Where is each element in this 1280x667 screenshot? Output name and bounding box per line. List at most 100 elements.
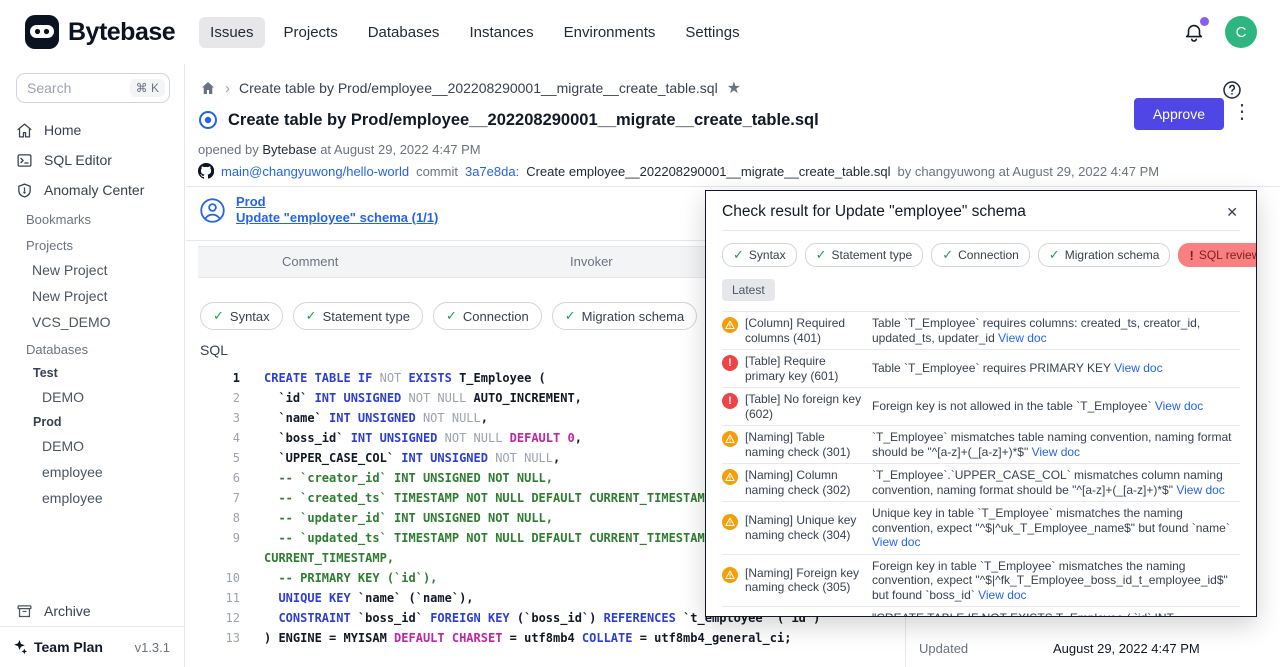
line-number: 3 — [198, 408, 250, 428]
bookmark-star-icon[interactable]: ★ — [727, 78, 741, 98]
divider — [186, 186, 1280, 187]
sidebar-item-new-project[interactable]: New Project — [0, 257, 184, 283]
sidebar-item-sql-editor[interactable]: SQL Editor — [0, 145, 184, 175]
view-doc-link[interactable]: View doc — [1114, 361, 1162, 375]
check-rule-description: Table `T_Employee` requires PRIMARY KEY … — [872, 361, 1240, 376]
issue-title: Create table by Prod/employee__202208290… — [228, 111, 819, 130]
top-nav: Issues Projects DatabasesInstances Environm… — [199, 17, 750, 48]
check-pill-label: SQL review — [1199, 248, 1257, 262]
stage-task-link[interactable]: Update "employee" schema (1/1) — [236, 210, 438, 226]
warning-icon — [722, 567, 738, 583]
sidebar: Search ⌘ K HomeSQL EditorAnomaly Center … — [0, 64, 185, 667]
check-rule-title: [Column] Required columns (401) — [745, 316, 862, 345]
nav-item-databases[interactable]: Databases — [357, 17, 451, 48]
terminal-icon — [16, 152, 33, 169]
sidebar-item-new-project[interactable]: New Project — [0, 283, 184, 309]
view-doc-link[interactable]: View doc — [1032, 445, 1080, 459]
check-result-row: [Column] Required columns (401) Table `T_… — [722, 311, 1240, 349]
search-shortcut-badge: ⌘ K — [130, 79, 165, 97]
nav-item-environments[interactable]: Environments — [553, 17, 667, 48]
commit-word: commit — [416, 164, 458, 179]
warning-icon — [722, 469, 738, 485]
stage-user-icon — [199, 197, 226, 224]
sidebar-item-vcs-demo[interactable]: VCS_DEMO — [0, 309, 184, 335]
check-icon: ✓ — [213, 308, 224, 324]
latest-button[interactable]: Latest — [722, 279, 775, 301]
check-result-row: [Naming] Column naming check (302)`T_Emp… — [722, 463, 1240, 501]
check-icon: ✓ — [1049, 247, 1060, 263]
sidebar-item-anomaly-center[interactable]: Anomaly Center — [0, 175, 184, 205]
view-doc-link[interactable]: View doc — [872, 535, 920, 549]
check-pill-label: Migration schema — [582, 309, 685, 324]
line-number: 2 — [198, 388, 250, 408]
nav-item-settings[interactable]: Settings — [674, 17, 750, 48]
archive-label: Archive — [44, 603, 91, 619]
line-number: 7 — [198, 488, 250, 508]
line-number: 13 — [198, 628, 250, 648]
check-pill-migration-schema[interactable]: ✓Migration schema — [552, 302, 698, 330]
line-number: 8 — [198, 508, 250, 528]
sidebar-item-employee[interactable]: employee — [0, 459, 184, 485]
sidebar-item-demo[interactable]: DEMO — [0, 384, 184, 410]
line-number: 1 — [198, 368, 250, 388]
check-pill-syntax[interactable]: ✓Syntax — [722, 243, 797, 267]
check-icon: ✓ — [733, 247, 744, 263]
check-rule-title: [Naming] Foreign key naming check (305) — [745, 566, 862, 595]
code-text: ) ENGINE = MYISAM DEFAULT CHARSET = utf8… — [264, 628, 864, 648]
vcs-branch-link[interactable]: main@changyuwong/hello-world — [221, 164, 409, 179]
check-rule-title: [Table] No foreign key (602) — [745, 392, 862, 421]
commit-hash-link[interactable]: 3a7e8da: — [465, 164, 519, 179]
close-icon[interactable]: ✕ — [1226, 204, 1238, 221]
notifications-bell-icon[interactable] — [1183, 21, 1205, 43]
view-doc-link[interactable]: View doc — [998, 331, 1046, 345]
check-rule-description: Table `T_Employee` requires columns: cre… — [872, 316, 1240, 345]
line-number: 12 — [198, 608, 250, 628]
check-pill-connection[interactable]: ✓Connection — [931, 243, 1030, 267]
issue-opened-line: opened by Bytebase at August 29, 2022 4:… — [198, 142, 481, 157]
nav-item-instances[interactable]: Instances — [458, 17, 544, 48]
check-result-modal: Check result for Update "employee" schem… — [705, 190, 1257, 617]
check-pill-sql-review[interactable]: !SQL review — [1178, 243, 1257, 267]
issue-header: Create table by Prod/employee__202208290… — [198, 110, 819, 130]
check-rule-title: [Table] Require primary key (601) — [745, 354, 862, 383]
archive-icon — [16, 603, 33, 620]
stage-env-link[interactable]: Prod — [236, 194, 438, 210]
issue-status-icon — [198, 110, 218, 130]
sidebar-item-home[interactable]: Home — [0, 115, 184, 145]
sidebar-item-employee[interactable]: employee — [0, 485, 184, 511]
commit-message: Create employee__202208290001__migrate__… — [526, 164, 890, 179]
check-pill-connection[interactable]: ✓Connection — [433, 302, 542, 330]
check-pill-migration-schema[interactable]: ✓Migration schema — [1038, 243, 1171, 267]
sidebar-item-prod[interactable]: Prod — [0, 410, 184, 433]
breadcrumb-title: Create table by Prod/employee__202208290… — [239, 80, 718, 96]
plan-name[interactable]: Team Plan — [34, 639, 103, 655]
modal-title: Check result for Update "employee" schem… — [722, 203, 1026, 221]
approve-button[interactable]: Approve — [1134, 98, 1224, 130]
view-doc-link[interactable]: View doc — [1176, 483, 1224, 497]
topnav-right: C — [1183, 16, 1280, 48]
nav-item-projects[interactable]: Projects — [273, 17, 349, 48]
check-pill-statement-type[interactable]: ✓Statement type — [293, 302, 423, 330]
sidebar-item-label: SQL Editor — [44, 152, 112, 168]
check-pill-label: Syntax — [230, 309, 270, 324]
view-doc-link[interactable]: View doc — [1155, 399, 1203, 413]
vcs-commit-line: main@changyuwong/hello-world commit 3a7e… — [198, 163, 1159, 179]
sidebar-section-bookmarks: Bookmarks — [0, 205, 184, 231]
brand[interactable]: Bytebase — [0, 14, 175, 50]
nav-item-issues[interactable]: Issues — [199, 17, 264, 48]
check-result-list: [Column] Required columns (401) Table `T_… — [722, 311, 1240, 617]
check-pill-syntax[interactable]: ✓ Syntax — [200, 302, 283, 330]
help-icon[interactable] — [1222, 80, 1242, 100]
search-input[interactable]: Search ⌘ K — [16, 73, 170, 103]
more-actions-icon[interactable]: ⋮ — [1232, 102, 1252, 122]
sidebar-item-archive[interactable]: Archive — [0, 596, 184, 626]
sidebar-item-demo[interactable]: DEMO — [0, 433, 184, 459]
sidebar-item-test[interactable]: Test — [0, 361, 184, 384]
check-result-row: [Naming] Table naming check (301)`T_Empl… — [722, 425, 1240, 463]
sidebar-sections: BookmarksProjectsNew ProjectNew ProjectV… — [0, 205, 184, 511]
avatar[interactable]: C — [1225, 16, 1257, 48]
check-pill-statement-type[interactable]: ✓Statement type — [805, 243, 924, 267]
right-panel-row-updated: UpdatedAugust 29, 2022 4:47 PM — [919, 641, 1200, 656]
view-doc-link[interactable]: View doc — [978, 588, 1026, 602]
home-breadcrumb-icon[interactable] — [200, 80, 216, 96]
